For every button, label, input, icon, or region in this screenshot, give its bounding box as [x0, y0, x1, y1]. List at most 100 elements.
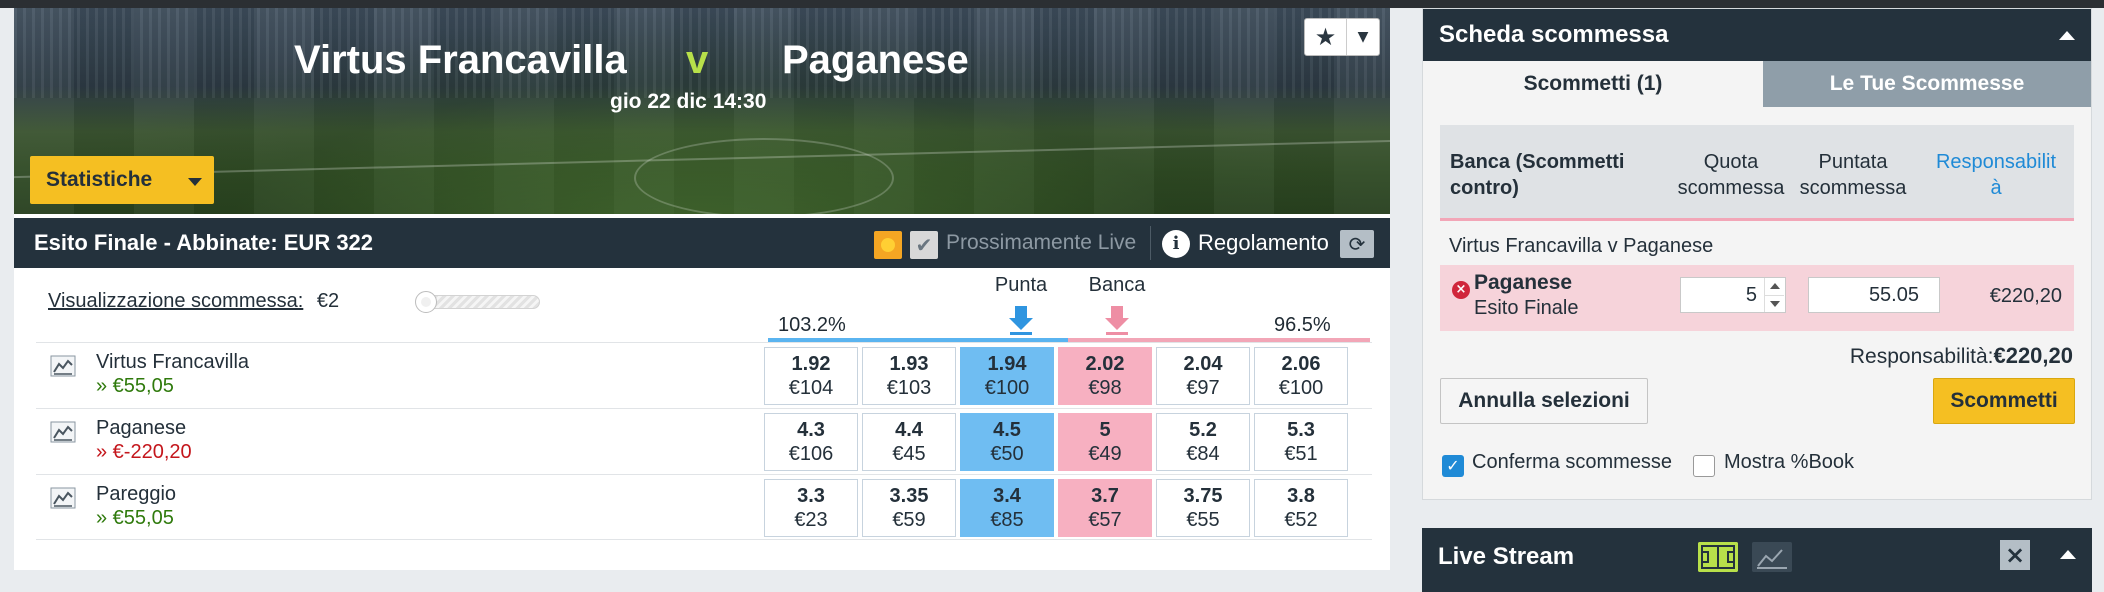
- back-price-cell[interactable]: 4.5 €50: [960, 413, 1054, 471]
- close-icon[interactable]: ×: [2000, 540, 2030, 570]
- lay-price-cell[interactable]: 2.02 €98: [1058, 347, 1152, 405]
- chevron-down-icon: [188, 178, 202, 186]
- arrow-down-pink-icon: [1105, 306, 1129, 335]
- cancel-selections-button[interactable]: Annulla selezioni: [1440, 378, 1648, 424]
- chart-icon[interactable]: [50, 421, 76, 443]
- price-size: €50: [990, 443, 1024, 465]
- slider-handle[interactable]: [415, 291, 437, 313]
- chevron-down-icon[interactable]: [1764, 295, 1784, 312]
- chevron-down-icon[interactable]: ▼: [1347, 29, 1379, 45]
- price-size: €97: [1186, 377, 1220, 399]
- price-odds: 3.8: [1287, 485, 1315, 507]
- lay-overround: 96.5%: [1274, 314, 1331, 336]
- total-liability-label: Responsabilità:: [1849, 345, 1994, 368]
- price-size: €104: [788, 377, 834, 399]
- back-price-cell[interactable]: 1.94 €100: [960, 347, 1054, 405]
- bet-view-slider[interactable]: [415, 291, 540, 313]
- confirm-bets-checkbox[interactable]: ✓: [1442, 455, 1464, 477]
- bet-liability: €220,20: [1989, 285, 2062, 307]
- bet-view-label[interactable]: Visualizzazione scommessa:: [48, 290, 303, 312]
- back-price-cell[interactable]: 3.3 €23: [764, 479, 858, 537]
- bet-selection: Paganese: [1474, 271, 1573, 294]
- place-bets-button[interactable]: Scommetti: [1933, 378, 2075, 424]
- lay-price-cell[interactable]: 5.2 €84: [1156, 413, 1250, 471]
- odds-stepper[interactable]: [1764, 278, 1784, 312]
- price-size: €103: [886, 377, 932, 399]
- match-date: gio 22 dic 14:30: [610, 90, 767, 113]
- runner-profit-loss: » €-220,20: [96, 441, 192, 463]
- market-title: Esito Finale - Abbinate: EUR 322: [34, 230, 374, 255]
- show-book-checkbox[interactable]: [1693, 455, 1715, 477]
- price-odds: 3.7: [1091, 485, 1119, 507]
- back-price-cell[interactable]: 1.92 €104: [764, 347, 858, 405]
- betslip-event-name: Virtus Francavilla v Paganese: [1449, 235, 1714, 257]
- col-odds-line2: scommessa: [1677, 177, 1785, 199]
- lay-price-cell[interactable]: 2.04 €97: [1156, 347, 1250, 405]
- back-price-cell[interactable]: 4.4 €45: [862, 413, 956, 471]
- chart-icon[interactable]: [1752, 542, 1792, 572]
- price-size: €52: [1284, 509, 1318, 531]
- chart-icon[interactable]: [50, 487, 76, 509]
- away-team: Paganese: [782, 38, 969, 82]
- betslip-panel: Scheda scommessa Scommetti (1) Le Tue Sc…: [1422, 8, 2092, 500]
- back-price-cell[interactable]: 3.35 €59: [862, 479, 956, 537]
- lay-price-cell[interactable]: 5.3 €51: [1254, 413, 1348, 471]
- price-odds: 5.2: [1189, 419, 1217, 441]
- col-liability[interactable]: Responsabilit à: [1924, 149, 2068, 201]
- refresh-icon[interactable]: ⟳: [1340, 230, 1374, 258]
- col-liability-line1: Responsabilit: [1935, 151, 2057, 173]
- tab-my-bets[interactable]: Le Tue Scommesse: [1763, 61, 2091, 107]
- lay-price-cell[interactable]: 3.8 €52: [1254, 479, 1348, 537]
- collapse-icon[interactable]: [2059, 31, 2075, 40]
- lay-price-cell[interactable]: 3.75 €55: [1156, 479, 1250, 537]
- event-hero: Virtus Francavilla v Paganese gio 22 dic…: [14, 8, 1390, 214]
- live-indicator-icon: [874, 231, 902, 259]
- info-icon[interactable]: i: [1162, 230, 1190, 258]
- versus-label: v: [686, 38, 709, 82]
- col-odds-line1: Quota: [1703, 151, 1759, 173]
- lay-price-cell[interactable]: 5 €49: [1058, 413, 1152, 471]
- price-odds: 1.94: [987, 353, 1027, 375]
- bet-view-amount: €2: [316, 290, 340, 312]
- price-size: €106: [788, 443, 834, 465]
- betslip-bet-row: × Paganese Esito Finale 5 55.05 €220,20: [1440, 265, 2074, 331]
- back-price-cell[interactable]: 4.3 €106: [764, 413, 858, 471]
- checkmark-icon: ✔: [910, 231, 938, 259]
- price-size: €49: [1088, 443, 1122, 465]
- divider: [1150, 226, 1151, 260]
- runner-row: Pareggio» €55,05 3.3 €23 3.35 €59 3.4 €85 3.7 €5…: [36, 474, 1372, 540]
- back-header: Punta: [994, 274, 1048, 296]
- show-book-label[interactable]: Mostra %Book: [1724, 451, 1854, 474]
- tab-place-bets[interactable]: Scommetti (1): [1423, 61, 1763, 107]
- col-bet-type-line1: Banca (Scommetti: [1450, 151, 1625, 173]
- price-size: €51: [1284, 443, 1318, 465]
- price-odds: 5: [1099, 419, 1111, 441]
- coming-live-label: Prossimamente Live: [946, 231, 1137, 254]
- runner-name: Paganese: [96, 417, 187, 439]
- bet-market: Esito Finale: [1474, 297, 1579, 319]
- chevron-up-icon[interactable]: [1764, 278, 1784, 295]
- star-icon: ★: [1305, 19, 1347, 55]
- confirm-bets-label[interactable]: Conferma scommesse: [1472, 451, 1672, 474]
- chart-icon[interactable]: [50, 355, 76, 377]
- rules-link[interactable]: Regolamento: [1198, 218, 1329, 268]
- stats-button[interactable]: Statistiche: [30, 156, 214, 204]
- live-stream-panel: Live Stream ×: [1422, 528, 2092, 592]
- total-liability-value: €220,20: [1993, 343, 2073, 368]
- favourite-button[interactable]: ★ ▼: [1304, 18, 1380, 56]
- remove-icon[interactable]: ×: [1452, 281, 1470, 299]
- stake-input[interactable]: 55.05: [1808, 277, 1940, 313]
- runner-name: Virtus Francavilla: [96, 351, 250, 373]
- hero-pitch-circle: [634, 138, 894, 214]
- collapse-icon[interactable]: [2060, 550, 2076, 559]
- runner-name: Pareggio: [96, 483, 177, 505]
- back-price-cell[interactable]: 1.93 €103: [862, 347, 956, 405]
- runner-row: Virtus Francavilla» €55,05 1.92 €104 1.93 €1…: [36, 342, 1372, 408]
- back-price-cell[interactable]: 3.4 €85: [960, 479, 1054, 537]
- price-size: €100: [1278, 377, 1324, 399]
- col-stake: Puntata scommessa: [1796, 149, 1910, 201]
- lay-price-cell[interactable]: 2.06 €100: [1254, 347, 1348, 405]
- pitch-icon[interactable]: [1698, 542, 1738, 572]
- betslip-column-headers: Banca (Scommetti contro) Quota scommessa…: [1440, 125, 2074, 221]
- lay-price-cell[interactable]: 3.7 €57: [1058, 479, 1152, 537]
